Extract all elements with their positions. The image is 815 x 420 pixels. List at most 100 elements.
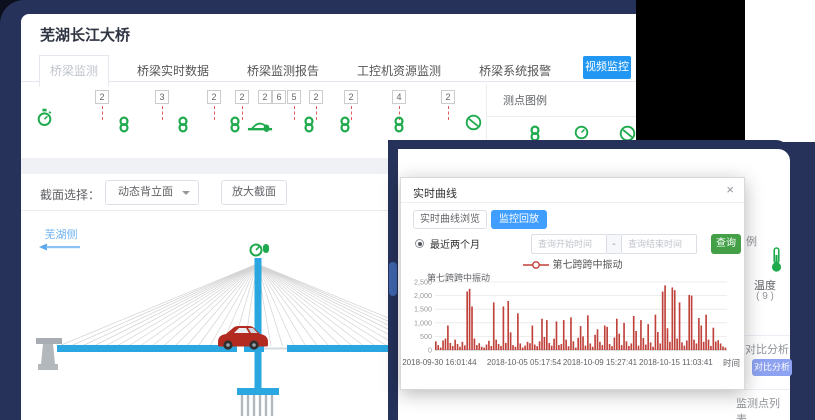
bar <box>488 341 490 350</box>
tab-bridge-system-alarm[interactable]: 桥梁系统报警 <box>469 56 561 86</box>
close-icon[interactable]: × <box>726 182 734 197</box>
section-select-dropdown[interactable]: 动态背立面 <box>105 180 199 205</box>
compare-section-title: 对比分析 <box>745 341 789 357</box>
bar <box>462 342 464 350</box>
sensor-count-badge: 3 <box>155 90 169 104</box>
bar <box>681 342 683 350</box>
bar <box>454 340 456 350</box>
bar <box>691 296 693 350</box>
last-two-months-label: 最近两个月 <box>430 236 480 251</box>
tab-monitoring-playback[interactable]: 监控回放 <box>491 210 547 229</box>
y-tick-label: 1,500 <box>414 305 432 314</box>
bar <box>667 328 669 350</box>
tab-bridge-monitoring[interactable]: 桥梁监测 <box>39 55 109 87</box>
bar <box>500 346 502 350</box>
scrollbar-thumb[interactable] <box>389 262 397 296</box>
link-icon[interactable] <box>177 116 189 138</box>
tower-top-sensor-icon[interactable] <box>251 244 270 256</box>
bar <box>582 336 584 350</box>
last-two-months-radio[interactable] <box>415 239 424 248</box>
bar <box>568 346 570 350</box>
bar <box>623 323 625 350</box>
page-title: 芜湖长江大桥 <box>40 24 130 45</box>
divider <box>738 335 790 336</box>
tab-ipc-resource-monitoring[interactable]: 工控机资源监测 <box>347 56 451 86</box>
bar <box>519 343 521 350</box>
bar <box>580 326 582 350</box>
query-button[interactable]: 查询 <box>711 234 741 254</box>
sensor-dash-line <box>316 106 317 120</box>
x-tick-label: 2018-10-09 15:27:41 <box>563 358 637 367</box>
chart-legend[interactable]: 第七跨跨中振动 <box>401 256 744 271</box>
bar <box>471 306 473 350</box>
sensor-count-badge: 2 <box>309 90 323 104</box>
bar <box>589 343 591 350</box>
bridge-icon[interactable] <box>247 116 273 139</box>
bar <box>527 342 529 350</box>
tab-realtime-curve-browse[interactable]: 实时曲线浏览 <box>413 210 487 229</box>
bar <box>657 332 659 350</box>
link-icon[interactable] <box>339 116 351 138</box>
link-icon[interactable] <box>118 116 130 138</box>
bar <box>440 348 442 350</box>
sensor-count-badge: 5 <box>287 90 301 104</box>
bar <box>616 319 618 350</box>
bar <box>541 319 543 350</box>
bar <box>643 338 645 350</box>
link-icon[interactable] <box>303 116 315 138</box>
bar <box>592 347 594 350</box>
bar <box>474 339 476 350</box>
compare-analysis-button[interactable]: 对比分析 <box>752 359 792 376</box>
bar <box>558 345 560 350</box>
sensor-dash-line <box>162 106 163 120</box>
bar <box>688 295 690 350</box>
bar <box>609 344 611 350</box>
bar <box>573 341 575 350</box>
bar <box>445 339 447 350</box>
bar <box>587 315 589 350</box>
bar <box>640 320 642 350</box>
bar <box>486 345 488 350</box>
bar <box>493 302 495 350</box>
bar <box>553 339 555 350</box>
bar <box>491 346 493 350</box>
enlarge-section-button[interactable]: 放大截面 <box>221 180 287 205</box>
tab-bridge-realtime-data[interactable]: 桥梁实时数据 <box>127 56 219 86</box>
video-monitor-button[interactable]: 视频监控 <box>583 56 631 79</box>
query-start-time-input[interactable] <box>531 234 607 254</box>
video-window-margin <box>745 0 815 142</box>
bar <box>674 290 676 350</box>
bar <box>618 334 620 350</box>
bar <box>710 346 712 350</box>
bar <box>575 348 577 350</box>
bar <box>693 340 695 350</box>
x-tick-label: 2018-10-15 11:03:41 <box>639 358 713 367</box>
bar <box>672 287 674 350</box>
section-select-value: 动态背立面 <box>118 186 173 198</box>
link-icon[interactable] <box>229 116 241 138</box>
bar <box>684 346 686 350</box>
tabs-host: 桥梁监测桥梁实时数据桥梁监测报告工控机资源监测桥梁系统报警 <box>21 54 561 86</box>
video-feed-area <box>636 0 745 143</box>
bar <box>664 285 666 350</box>
bar <box>503 306 505 350</box>
noentry-icon[interactable] <box>465 114 482 136</box>
stopwatch-icon[interactable] <box>37 108 52 132</box>
bar <box>483 348 485 350</box>
tab-bridge-monitoring-report[interactable]: 桥梁监测报告 <box>237 56 329 86</box>
x-tick-label: 2018-09-30 16:01:44 <box>402 358 476 367</box>
sensor-dash-line <box>214 106 215 120</box>
link-icon[interactable] <box>393 116 405 138</box>
bar <box>510 332 512 350</box>
legend-series-name: 第七跨跨中振动 <box>553 260 623 271</box>
query-end-time-input[interactable] <box>621 234 697 254</box>
bar <box>713 328 715 350</box>
bar <box>626 341 628 350</box>
bar <box>515 347 517 350</box>
x-tick-label: 2018-10-05 05:17:54 <box>487 358 561 367</box>
bar <box>556 321 558 350</box>
thermometer-icon[interactable] <box>756 247 796 278</box>
y-tick-label: 0 <box>428 346 432 355</box>
bar <box>652 347 654 350</box>
bar <box>700 326 702 350</box>
